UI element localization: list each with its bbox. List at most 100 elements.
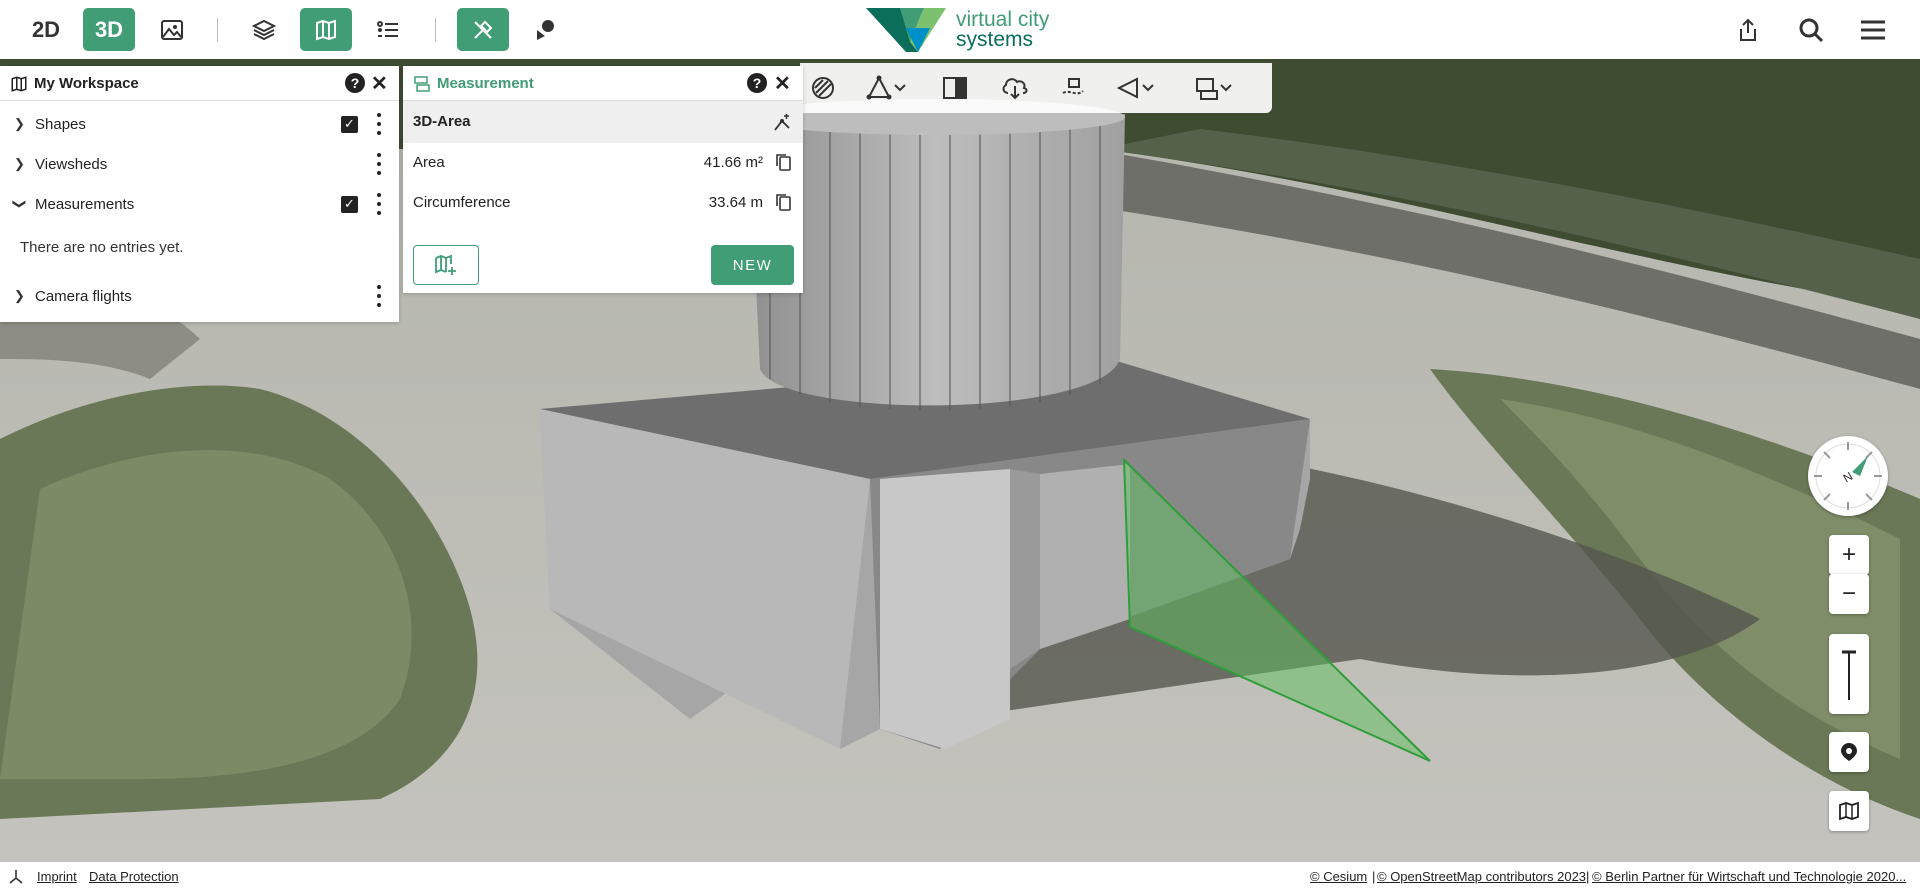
chevron-down-icon [1220,84,1232,92]
measurement-header: Measurement ? ✕ [403,66,803,101]
workspace-item-label: Shapes [35,115,86,133]
chevron-right-icon[interactable]: ❯ [14,288,25,304]
shapes-visibility-checkbox[interactable]: ✓ [341,115,358,133]
draw-tool-button[interactable] [862,71,896,105]
empty-list-message: There are no entries yet. [20,239,184,256]
footer: Imprint Data Protection © Cesium | © Ope… [0,862,1920,891]
workspace-item-shapes[interactable]: ❯ Shapes ✓ [0,104,399,144]
measurement-label: Circumference [413,194,511,211]
logo-mark-icon [866,8,946,52]
measurement-value: 33.64 m [708,194,763,211]
copy-icon[interactable] [775,193,791,211]
imprint-link[interactable]: Imprint [37,869,77,884]
viewshed-icon [1116,77,1138,99]
list-icon [377,20,398,37]
new-measurement-button[interactable]: NEW [711,245,794,285]
search-button[interactable] [1785,8,1837,51]
measurement-title: Measurement [437,74,534,92]
more-options-icon[interactable] [372,113,386,135]
polygon-draw-icon [866,75,892,100]
measurement-mode-bar: 3D-Area [403,101,803,143]
menu-button[interactable] [1847,8,1899,51]
hamburger-menu-icon [1861,20,1885,39]
zoom-out-button[interactable]: − [1829,574,1869,614]
vcs-logo: virtual city systems [866,8,1066,52]
chevron-down-icon [894,84,906,92]
compass-control[interactable]: N [1808,436,1888,516]
flight-tool-button[interactable] [1056,71,1090,105]
export-tool-button[interactable] [998,71,1032,105]
help-icon[interactable]: ? [747,73,767,93]
measurement-row-circumference: Circumference 33.64 m [403,183,803,223]
info-feature-button[interactable] [519,8,571,51]
nav-divider [435,18,436,42]
share-icon [1740,18,1756,41]
data-protection-link[interactable]: Data Protection [89,869,179,884]
swipe-tool-button[interactable] [938,71,972,105]
logo-text-line2: systems [956,28,1034,51]
workspace-item-label: Camera flights [35,287,132,305]
zoom-in-button[interactable]: + [1829,535,1869,575]
workspace-header: My Workspace ? ✕ [0,66,399,101]
more-options-icon[interactable] [372,285,386,307]
view-2d-button[interactable]: 2D [20,8,72,51]
overview-map-button[interactable] [1829,791,1869,831]
more-options-icon[interactable] [372,153,386,175]
workspace-item-viewsheds[interactable]: ❯ Viewsheds [0,144,399,184]
draw-tool-dropdown[interactable] [892,71,908,105]
osm-attribution-link[interactable]: © OpenStreetMap contributors 2023 [1377,869,1586,884]
layers-button[interactable] [238,8,290,51]
help-icon[interactable]: ? [345,73,365,93]
chevron-down-icon[interactable]: ❯ [11,199,27,210]
measurement-label: Area [413,154,445,171]
workspace-item-camera-flights[interactable]: ❯ Camera flights [0,276,399,316]
logo-text-line1: virtual city [956,8,1050,31]
split-view-icon [943,77,967,99]
close-workspace-button[interactable]: ✕ [371,71,388,96]
workspace-button[interactable] [300,8,352,51]
chevron-down-icon [1142,84,1154,92]
workspace-map-icon [11,76,27,92]
camera-flight-icon [1062,78,1084,95]
chevron-right-icon[interactable]: ❯ [14,156,25,172]
workspace-item-label: Viewsheds [35,155,108,173]
legend-button[interactable] [362,8,414,51]
attribution-separator: | [1586,869,1590,884]
measurements-visibility-checkbox[interactable]: ✓ [341,195,358,213]
copy-icon[interactable] [775,153,791,171]
info-pointer-icon [537,19,554,40]
locate-me-button[interactable] [1829,732,1869,772]
berlin-attribution-link[interactable]: © Berlin Partner für Wirtschaft und Tech… [1592,869,1906,884]
add-to-workspace-button[interactable] [413,245,479,285]
more-options-icon[interactable] [372,193,386,215]
workspace-title: My Workspace [34,74,139,92]
tilt-slider-icon [1842,650,1856,700]
view-3d-button[interactable]: 3D [83,8,135,51]
axes-icon[interactable] [8,869,24,885]
chevron-right-icon[interactable]: ❯ [14,116,25,132]
oblique-view-button[interactable] [146,8,198,51]
measurement-row-area: Area 41.66 m² [403,143,803,183]
measurement-panel: Measurement ? ✕ 3D-Area Area 41.66 m² Ci… [403,66,803,293]
shadow-tool-button[interactable] [806,71,840,105]
edit-vertices-icon[interactable] [772,113,792,133]
workspace-panel: My Workspace ? ✕ ❯ Shapes ✓ ❯ Viewsheds … [0,66,399,322]
viewshed-tool-dropdown[interactable] [1140,71,1156,105]
image-icon [161,19,183,40]
cloud-download-icon [1002,78,1028,100]
cesium-attribution-link[interactable]: © Cesium [1310,869,1367,884]
map-toolbar [800,63,1272,113]
3d-print-tool-dropdown[interactable] [1218,71,1234,105]
workspace-item-measurements[interactable]: ❯ Measurements ✓ [0,184,399,224]
tilt-slider[interactable] [1829,634,1869,714]
workspace-item-label: Measurements [35,195,135,213]
share-button[interactable] [1722,8,1774,51]
measurement-ruler-icon [414,76,430,92]
workspace-map-icon [316,19,336,40]
top-navbar: 2D 3D virtual city systems [0,0,1920,59]
search-icon [1799,18,1824,42]
tools-icon [474,20,493,39]
measurement-mode-label: 3D-Area [413,113,471,130]
tools-button[interactable] [457,8,509,51]
close-measurement-button[interactable]: ✕ [774,71,791,96]
